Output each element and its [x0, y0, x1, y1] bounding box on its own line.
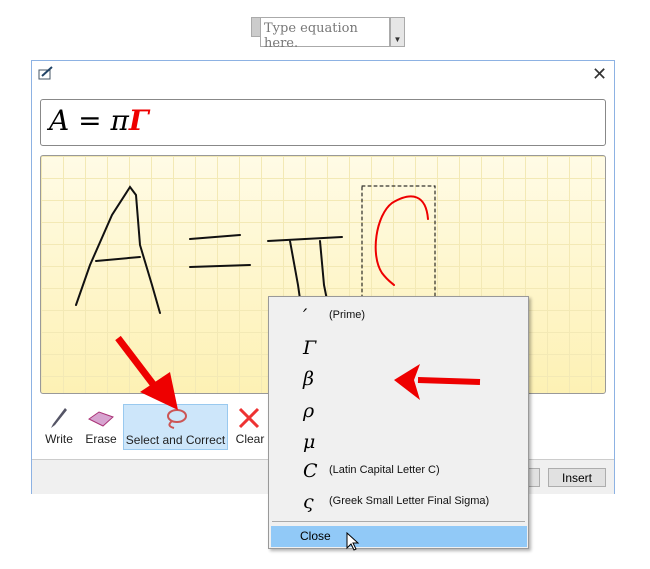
symbol: Γ: [303, 337, 317, 359]
eraser-icon: [88, 411, 114, 427]
menu-item-final-sigma[interactable]: ς (Greek Small Letter Final Sigma): [269, 487, 528, 518]
equation-options-dropdown[interactable]: ▼: [390, 17, 405, 47]
clear-x-icon: [238, 407, 260, 429]
formula-preview: A = πΓ: [40, 99, 606, 146]
equation-input[interactable]: Type equation here.: [260, 17, 390, 51]
select-and-correct-label: Select and Correct: [125, 433, 226, 447]
clear-label: Clear: [235, 432, 265, 446]
lasso-icon: [167, 409, 187, 429]
symbol: ς: [303, 491, 314, 513]
mouse-cursor-icon: [346, 532, 360, 551]
menu-separator: [272, 521, 525, 522]
pen-icon: [51, 408, 67, 428]
stroke-selected-gamma: [374, 195, 429, 286]
write-label: Write: [45, 432, 73, 446]
menu-item-close[interactable]: Close: [271, 526, 527, 547]
symbol: ρ: [303, 400, 315, 422]
erase-label: Erase: [85, 432, 117, 446]
stroke-A: [75, 185, 161, 314]
insert-button[interactable]: Insert: [548, 468, 606, 487]
ink-equation-app-icon: [38, 66, 53, 80]
symbol: C: [303, 460, 318, 482]
symbol-description: (Prime): [329, 309, 366, 321]
symbol-description: (Latin Capital Letter C): [329, 464, 440, 476]
symbol: ′: [303, 305, 308, 327]
menu-item-latin-c[interactable]: C (Latin Capital Letter C): [269, 456, 528, 487]
menu-item-beta[interactable]: β: [269, 364, 528, 395]
close-dialog-button[interactable]: ✕: [592, 64, 607, 85]
stroke-A-bar: [95, 256, 141, 262]
stroke-equals: [189, 234, 251, 268]
menu-item-prime[interactable]: ′ (Prime): [269, 301, 528, 332]
symbol: μ: [303, 431, 316, 453]
symbol: β: [303, 368, 314, 390]
correction-menu: ′ (Prime) Γ β ρ μ C (Latin Capital Letter …: [268, 296, 529, 549]
menu-item-gamma[interactable]: Γ: [269, 333, 528, 364]
formula-highlighted-symbol: Γ: [128, 104, 149, 137]
menu-item-rho[interactable]: ρ: [269, 396, 528, 427]
formula-main: A = π: [49, 104, 129, 137]
menu-item-mu[interactable]: μ: [269, 427, 528, 458]
symbol-description: (Greek Small Letter Final Sigma): [329, 495, 490, 507]
